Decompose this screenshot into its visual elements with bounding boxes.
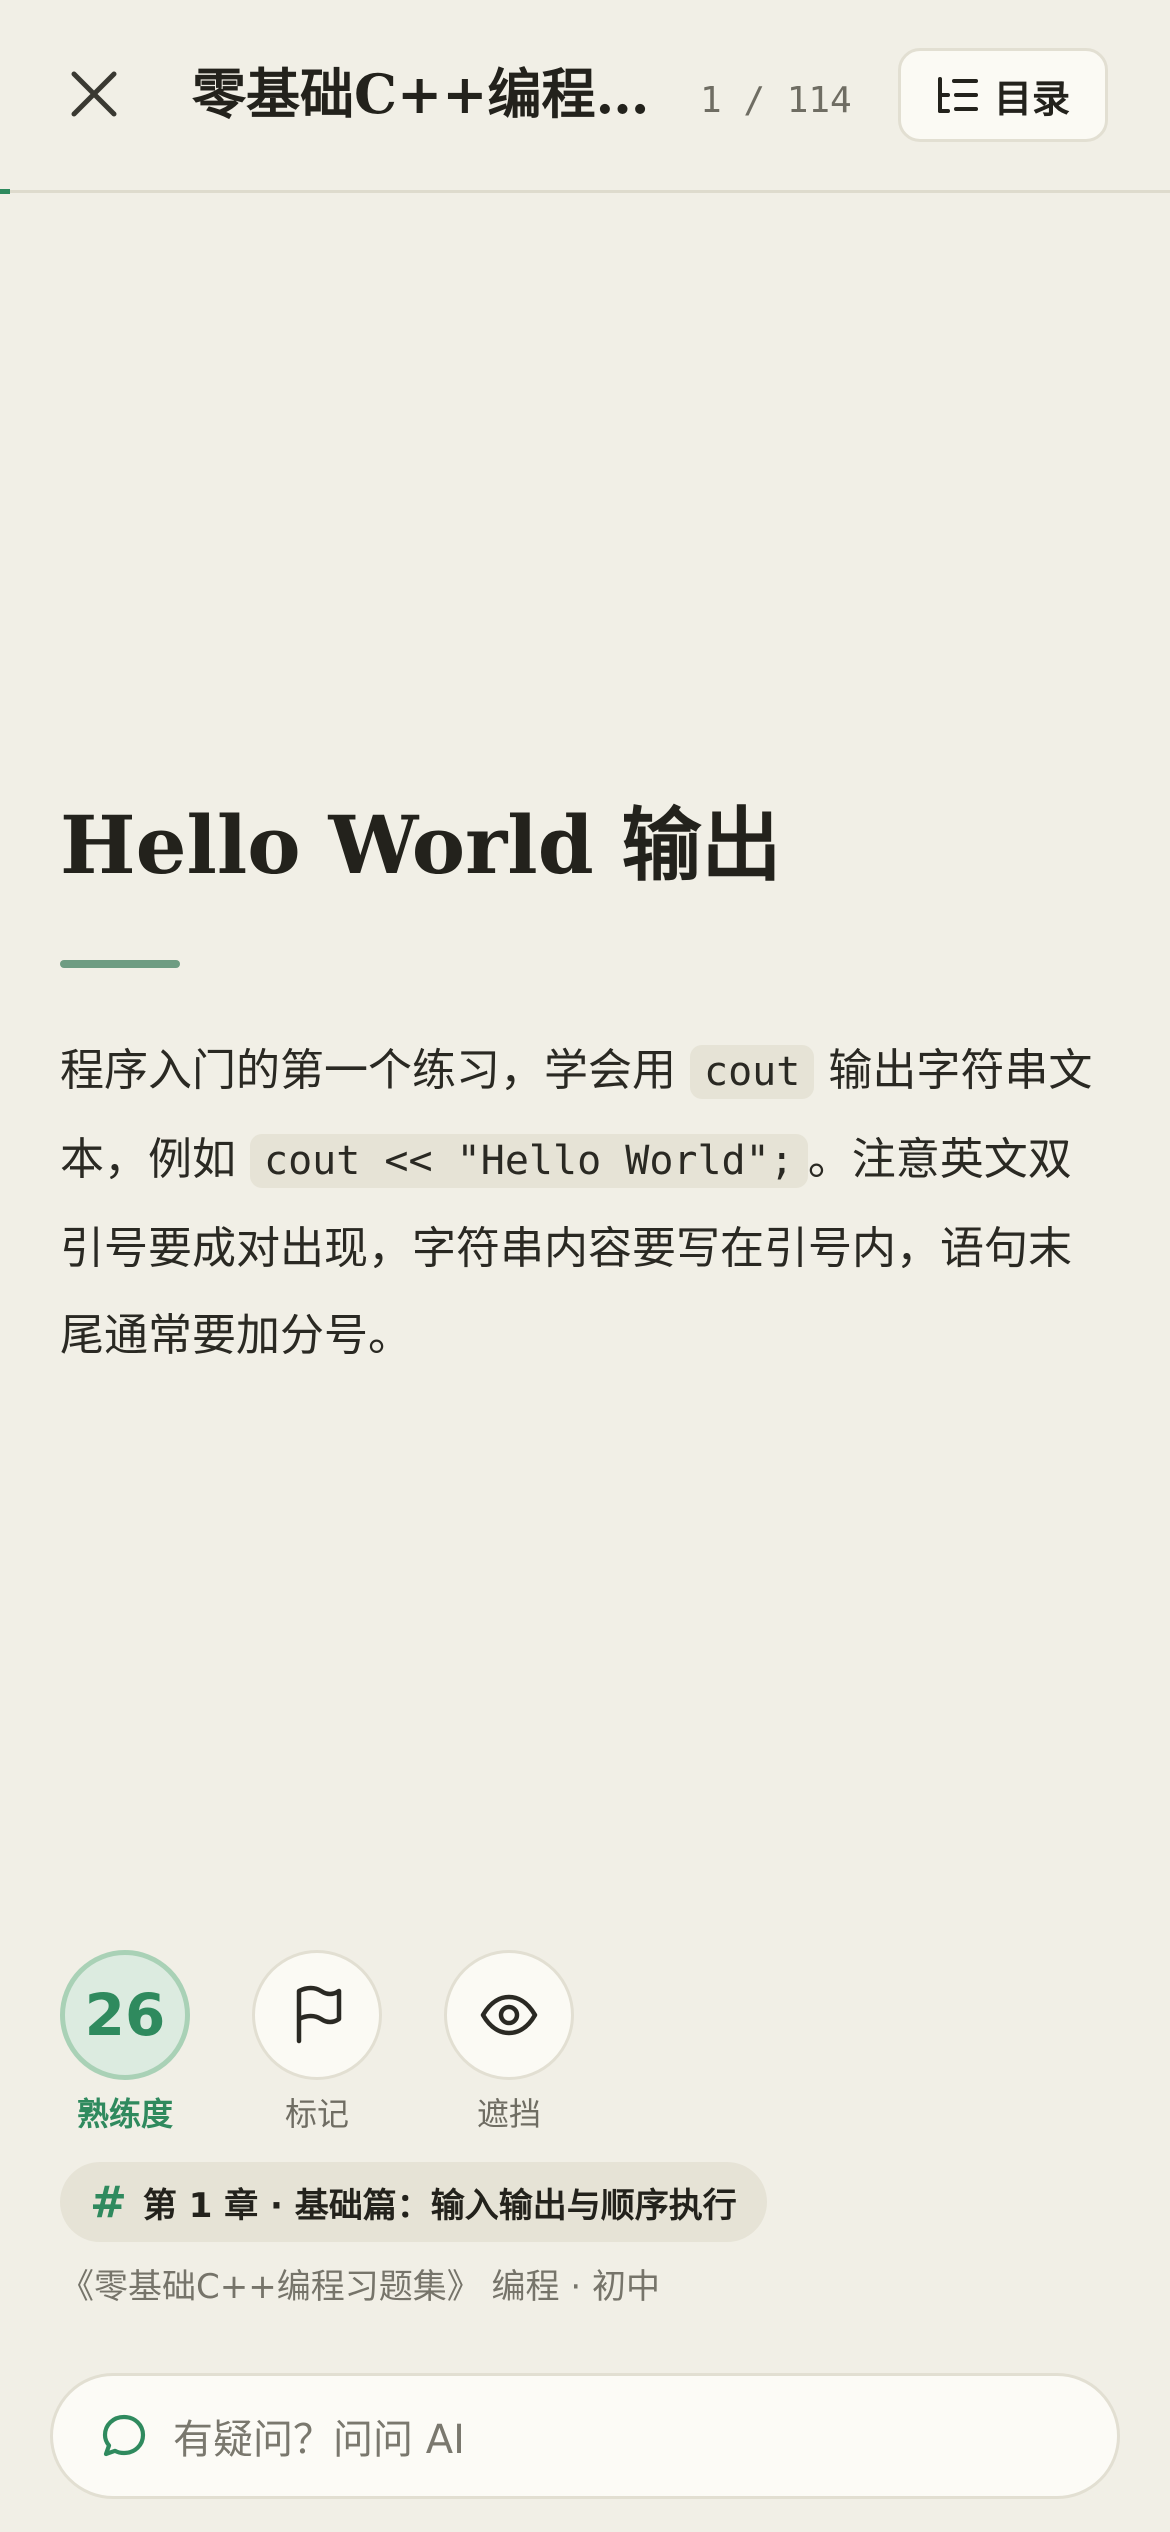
close-button[interactable] (52, 52, 136, 136)
hide-action[interactable]: 遮挡 (444, 1950, 574, 2136)
toc-button-label: 目录 (993, 76, 1070, 121)
mastery-button[interactable]: 26 (60, 1950, 190, 2080)
mark-button[interactable] (252, 1950, 382, 2080)
page-counter: 1 / 114 (700, 80, 852, 121)
hide-button[interactable] (444, 1950, 574, 2080)
chat-bubble-icon (102, 2414, 146, 2457)
mastery-action[interactable]: 26 熟练度 (60, 1950, 190, 2136)
card-body: 程序入门的第一个练习，学会用 cout 输出字符串文本，例如 cout << "… (60, 1027, 1110, 1379)
ask-ai-input[interactable]: 有疑问？问问 AI (50, 2373, 1120, 2499)
chapter-label: 第 1 章 · 基础篇：输入输出与顺序执行 (142, 2185, 737, 2226)
source-info: 《零基础C++编程习题集》 编程 · 初中 (60, 2267, 660, 2307)
mark-action[interactable]: 标记 (252, 1950, 382, 2136)
body-text: 程序入门的第一个练习，学会用 (60, 1045, 690, 1096)
inline-code: cout (690, 1045, 815, 1099)
eye-icon (480, 1994, 538, 2036)
close-icon (71, 71, 117, 117)
inline-code: cout << "Hello World"; (250, 1134, 808, 1188)
page-title: 零基础C++编程习题集 (192, 62, 662, 126)
mastery-label: 熟练度 (76, 2095, 173, 2133)
flag-icon (296, 1985, 342, 2044)
top-bar: 零基础C++编程习题集 1 / 114 目录 (0, 0, 1170, 194)
chapter-tag[interactable]: # 第 1 章 · 基础篇：输入输出与顺序执行 (60, 2162, 767, 2242)
ask-ai-placeholder: 有疑问？问问 AI (173, 2417, 465, 2463)
hash-icon: # (90, 2176, 127, 2228)
card-title: Hello World 输出 (60, 798, 782, 892)
hide-label: 遮挡 (476, 2095, 541, 2133)
list-icon (937, 77, 978, 113)
title-divider (60, 960, 180, 968)
mark-label: 标记 (284, 2095, 349, 2133)
toc-button[interactable]: 目录 (898, 48, 1108, 142)
mastery-value: 26 (84, 1981, 166, 2049)
card-actions: 26 熟练度 标记 遮挡 (60, 1950, 620, 2140)
reading-progress-bar (0, 189, 10, 194)
